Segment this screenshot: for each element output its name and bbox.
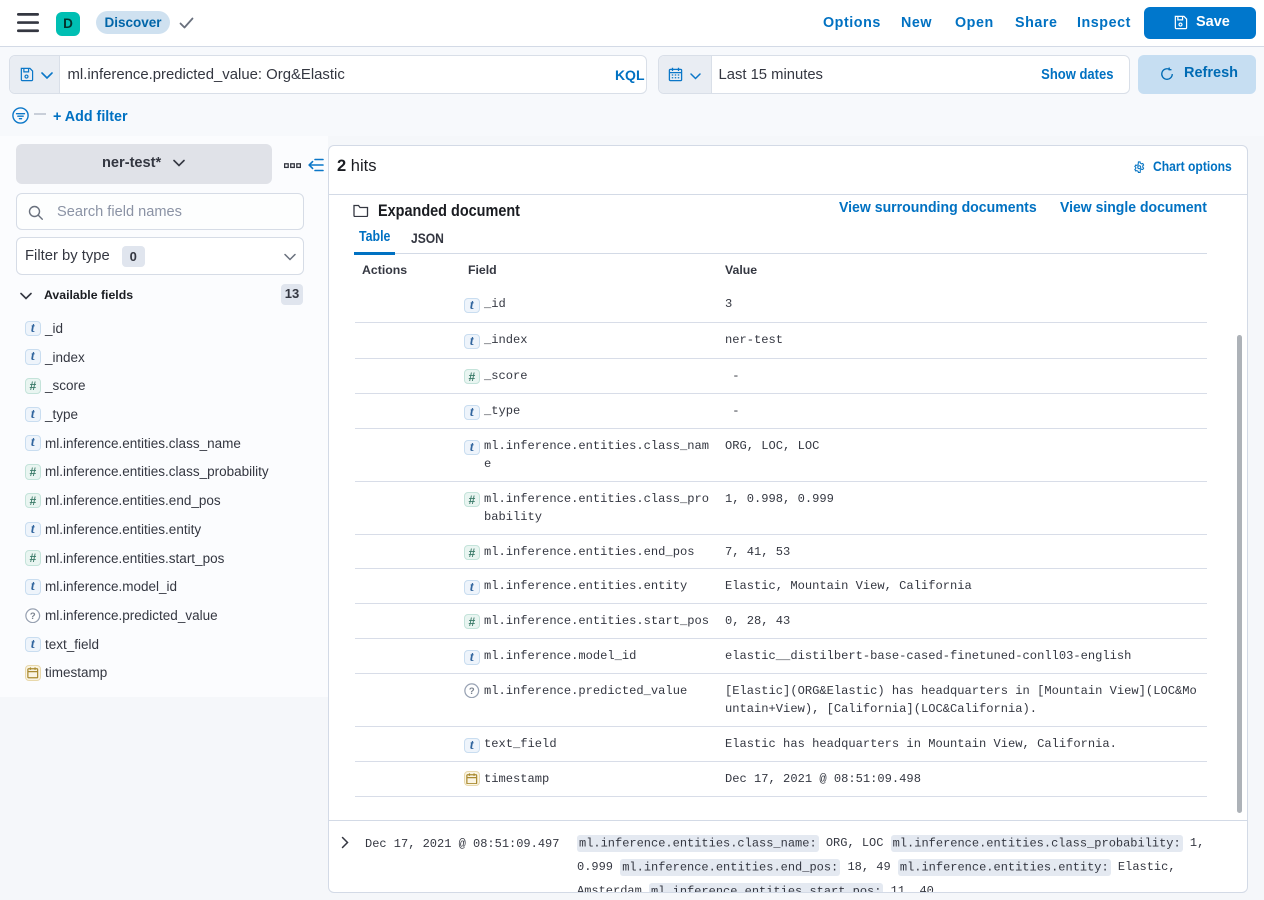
svg-text:?: ? — [30, 611, 36, 622]
svg-text:?: ? — [469, 686, 475, 697]
